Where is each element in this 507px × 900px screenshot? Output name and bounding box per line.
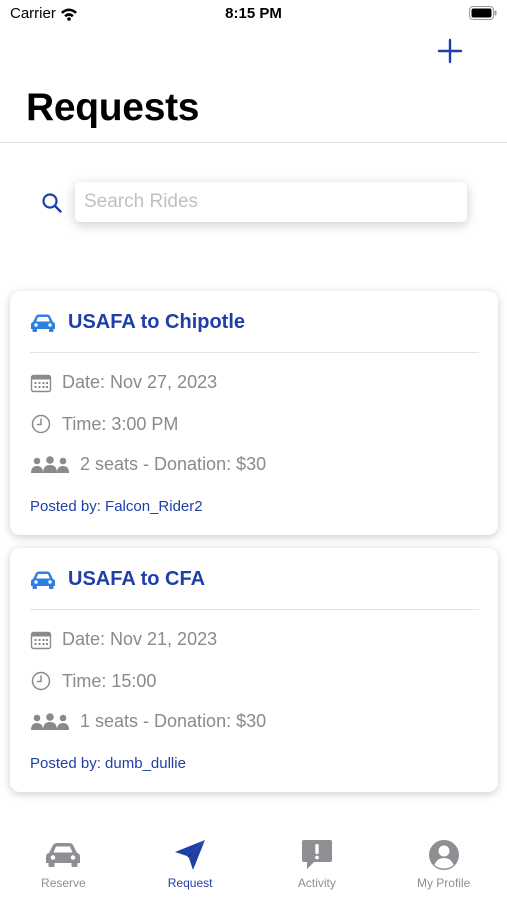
tab-my-profile[interactable]: My Profile (380, 838, 507, 900)
ride-card[interactable]: USAFA to Chipotle Date: Nov 27, 2023 Tim… (10, 291, 498, 535)
ride-seats-donation: 1 seats - Donation: $30 (80, 711, 267, 731)
card-divider (30, 352, 479, 353)
page-title: Requests (26, 86, 200, 129)
ride-title: USAFA to CFA (68, 568, 206, 590)
tab-label: Activity (297, 876, 336, 890)
tab-label: Request (167, 876, 213, 890)
calendar-icon (30, 374, 52, 392)
status-bar: Carrier 8:15 PM (0, 0, 507, 30)
clock-icon (31, 414, 51, 434)
ride-date: Date: Nov 27, 2023 (62, 372, 218, 392)
ride-time: Time: 3:00 PM (62, 413, 179, 434)
ride-date: Date: Nov 21, 2023 (62, 629, 218, 649)
car-icon (46, 843, 81, 867)
clock-icon (31, 671, 51, 691)
header-divider (0, 142, 507, 143)
person-circle-icon (428, 840, 459, 870)
battery-icon (469, 6, 497, 20)
search-input[interactable] (75, 182, 467, 222)
calendar-icon (30, 631, 52, 649)
ride-seats-donation: 2 seats - Donation: $30 (80, 454, 267, 474)
people-icon (31, 455, 69, 473)
tab-activity[interactable]: Activity (254, 838, 381, 900)
ride-time-row: Time: 15:00 (30, 670, 156, 692)
car-icon (31, 571, 55, 589)
ride-time-row: Time: 3:00 PM (30, 413, 178, 435)
tab-request[interactable]: Request (127, 838, 254, 900)
ride-posted-by: Posted by: Falcon_Rider2 (30, 498, 203, 515)
tab-reserve[interactable]: Reserve (0, 838, 127, 900)
tab-bar: Reserve Request Activity My Profile (0, 838, 507, 900)
car-icon (31, 314, 55, 332)
add-request-button[interactable] (435, 36, 465, 66)
search-field[interactable] (75, 182, 467, 222)
ride-seats-row: 1 seats - Donation: $30 (30, 711, 266, 732)
ride-card-header: USAFA to CFA (30, 568, 205, 591)
ride-card-header: USAFA to Chipotle (30, 311, 245, 334)
ride-seats-row: 2 seats - Donation: $30 (30, 454, 266, 475)
paper-plane-icon (175, 840, 206, 870)
search-icon (42, 193, 62, 213)
ride-date-row: Date: Nov 21, 2023 (30, 629, 217, 650)
people-icon (31, 712, 69, 730)
ride-posted-by: Posted by: dumb_dullie (30, 755, 186, 772)
tab-label: Reserve (41, 876, 86, 890)
ride-title: USAFA to Chipotle (68, 311, 246, 333)
card-divider (30, 609, 479, 610)
ride-date-row: Date: Nov 27, 2023 (30, 372, 217, 393)
ride-card[interactable]: USAFA to CFA Date: Nov 21, 2023 Time: 15… (10, 548, 498, 792)
status-time: 8:15 PM (225, 5, 282, 22)
tab-label: My Profile (416, 876, 471, 890)
ride-time: Time: 15:00 (62, 670, 157, 691)
exclamation-bubble-icon (301, 840, 332, 869)
